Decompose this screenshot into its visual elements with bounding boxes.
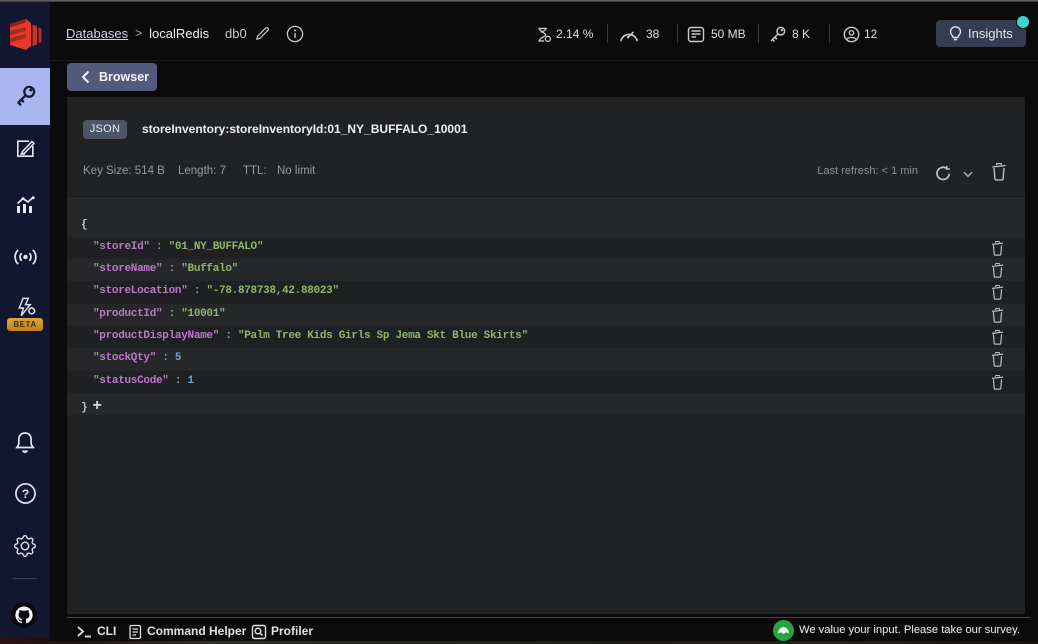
svg-text:?: ? — [22, 487, 29, 501]
